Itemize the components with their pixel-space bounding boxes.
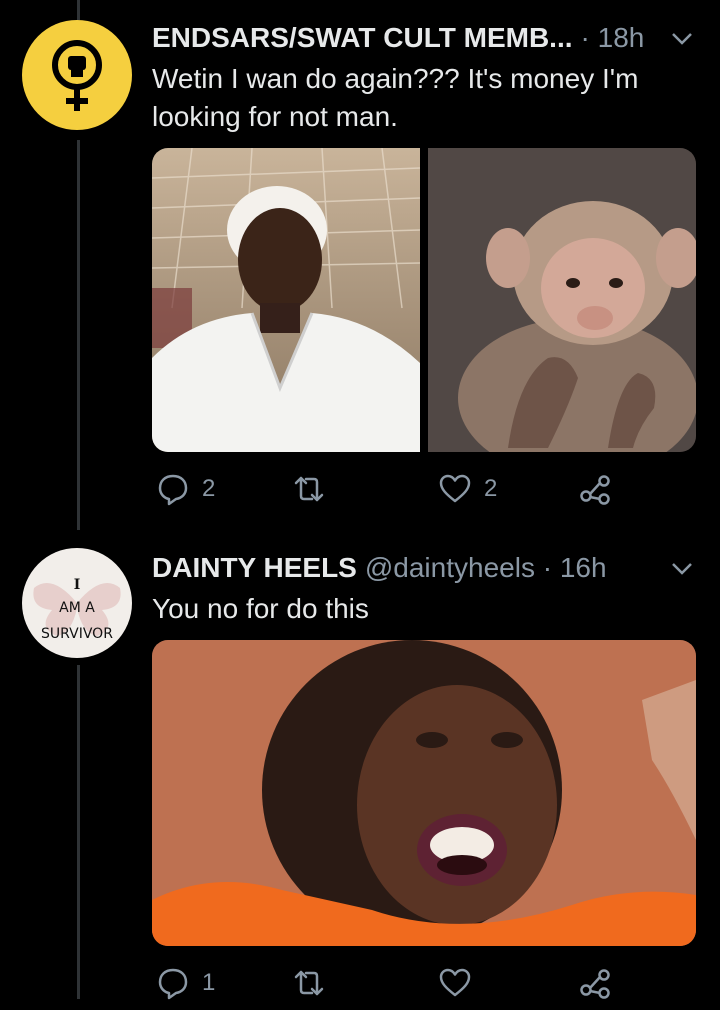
heart-icon <box>439 474 471 503</box>
chevron-down-icon[interactable] <box>668 24 696 52</box>
feminist-fist-icon <box>52 40 102 111</box>
like-count: 2 <box>484 475 498 502</box>
photo-monkey-image <box>428 148 696 452</box>
tweet-actions: 2 2 <box>150 472 620 516</box>
tweet-photo-2[interactable] <box>428 148 696 452</box>
heart-icon <box>439 968 471 997</box>
share-button[interactable] <box>578 472 612 506</box>
like-button[interactable] <box>438 966 472 1000</box>
retweet-icon <box>294 970 324 996</box>
share-button[interactable] <box>578 966 612 1000</box>
tweet-photo[interactable] <box>152 640 696 946</box>
avatar-text-line3: SURVIVOR <box>41 626 113 642</box>
tweet-text: You no for do this <box>152 593 369 624</box>
butterfly-logo-image: I AM A SURVIVOR <box>33 577 121 642</box>
handle-timestamp[interactable]: @daintyheels · 16h <box>365 552 607 584</box>
thread-line-top <box>77 0 80 20</box>
share-icon <box>580 475 610 505</box>
thread-line-tweet-1 <box>77 140 80 530</box>
tweet-photo-1[interactable] <box>152 148 420 452</box>
display-name[interactable]: DAINTY HEELS <box>152 552 357 584</box>
display-name[interactable]: ENDSARS/SWAT CULT MEMB... <box>152 22 573 54</box>
reply-count: 1 <box>202 969 216 996</box>
photo-woman-image <box>152 148 420 452</box>
timestamp[interactable]: · 18h <box>581 22 645 54</box>
retweet-button[interactable] <box>292 472 326 506</box>
chevron-down-icon[interactable] <box>668 554 696 582</box>
tweet-header: ENDSARS/SWAT CULT MEMB... · 18h <box>152 18 696 58</box>
retweet-button[interactable] <box>292 966 326 1000</box>
reply-count: 2 <box>202 475 216 502</box>
user-avatar[interactable] <box>22 20 132 130</box>
reply-icon <box>158 968 188 1000</box>
tweet-text: Wetin I wan do again??? It's money I'm l… <box>152 63 639 132</box>
reply-icon <box>158 474 188 506</box>
tweet-header: DAINTY HEELS @daintyheels · 16h <box>152 548 696 588</box>
retweet-icon <box>294 476 324 502</box>
reply-button[interactable]: 2 <box>156 472 215 506</box>
tweet-actions: 1 <box>150 966 620 1010</box>
avatar-text-line2: AM A <box>59 600 95 616</box>
like-button[interactable]: 2 <box>438 472 497 506</box>
photo-crying-woman-image <box>152 640 696 946</box>
thread-line-tweet-2 <box>77 665 80 999</box>
user-avatar[interactable]: I AM A SURVIVOR <box>22 548 132 658</box>
share-icon <box>580 969 610 999</box>
reply-button[interactable]: 1 <box>156 966 215 1000</box>
avatar-text-line1: I <box>74 577 81 593</box>
